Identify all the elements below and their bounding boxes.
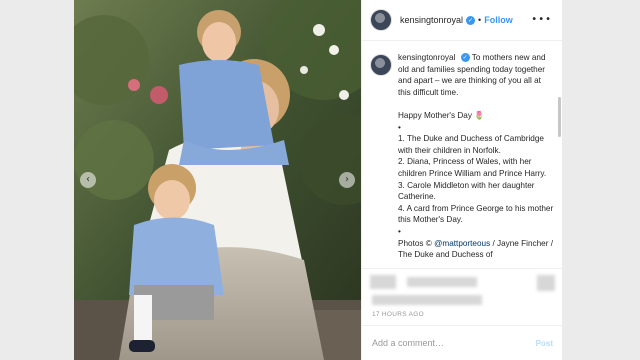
account-handle[interactable]: kensingtonroyal [400, 15, 463, 25]
family-photo-image [74, 0, 361, 360]
credits-prefix: Photos © [398, 238, 435, 248]
caption-verified-badge-icon: ✓ [460, 53, 470, 63]
caption-item-3: 3. Carole Middleton with her daughter Ca… [398, 180, 535, 202]
blurred-save-icon [537, 275, 555, 291]
caption-avatar[interactable] [370, 54, 392, 76]
post-photo[interactable]: ‹ › [74, 0, 361, 360]
account-avatar[interactable] [370, 9, 392, 31]
previous-photo-button[interactable]: ‹ [80, 172, 96, 188]
blurred-action-icons [370, 275, 396, 289]
separator-dot: • [478, 15, 482, 25]
caption-greeting: Happy Mother's Day 🌷 [398, 110, 485, 120]
caption-item-1: 1. The Duke and Duchess of Cambridge wit… [398, 134, 544, 155]
post-modal: ‹ › kensingtonroyal ✓ • Follow ••• kensi… [74, 0, 563, 360]
comment-bar: Add a comment… Post [362, 325, 563, 360]
caption-scrollbar[interactable] [558, 97, 561, 137]
blurred-likes [407, 277, 477, 287]
post-timestamp[interactable]: 17 HOURS AGO [372, 311, 424, 318]
page-background: ‹ › kensingtonroyal ✓ • Follow ••• kensi… [0, 0, 640, 360]
more-options-icon[interactable]: ••• [531, 14, 552, 25]
caption-area: kensingtonroyal ✓ To mothers new and old… [362, 42, 563, 267]
caption-item-2: 2. Diana, Princess of Wales, with her ch… [398, 157, 547, 178]
comment-input[interactable]: Add a comment… [372, 338, 444, 348]
caption-text: kensingtonroyal ✓ To mothers new and old… [398, 52, 555, 267]
next-photo-button[interactable]: › [339, 172, 355, 188]
caption-bullet-2: • [398, 226, 401, 236]
follow-button[interactable]: Follow [484, 15, 513, 25]
post-header: kensingtonroyal ✓ • Follow ••• [362, 0, 562, 41]
blurred-likes-count [372, 295, 482, 305]
post-comment-button[interactable]: Post [536, 339, 553, 348]
mention-link[interactable]: @mattporteous [434, 239, 490, 248]
verified-badge-icon: ✓ [466, 15, 476, 25]
post-sidebar: kensingtonroyal ✓ • Follow ••• kensingto… [361, 0, 563, 360]
caption-bullet: • [398, 122, 401, 132]
caption-item-4: 4. A card from Prince George to his moth… [398, 203, 554, 225]
caption-handle[interactable]: kensingtonroyal [398, 53, 455, 62]
caption-credits: Photos © @mattporteous / Jayne Fincher /… [398, 238, 555, 261]
